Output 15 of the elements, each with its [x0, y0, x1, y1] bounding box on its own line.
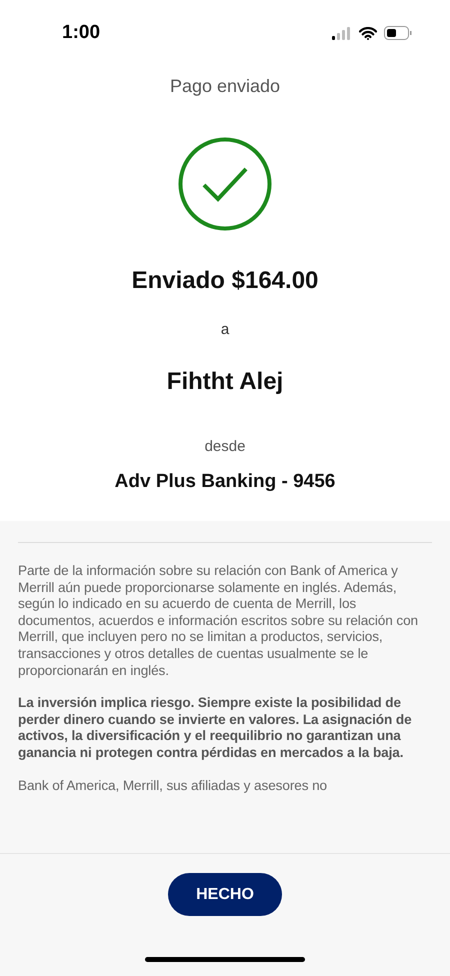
account-name: Adv Plus Banking - 9456 — [114, 471, 336, 493]
done-button[interactable]: HECHO — [168, 873, 282, 916]
recipient-name: Fihtht Alej — [166, 368, 284, 396]
disclosure-text: Parte de la información sobre su relación con Bank of America y Merrill aún puede proporcionarse solamente en inglés. Además, según lo indicado en su acuerdo de cuenta de Merrill, los documentos, acuerdos e información escritos sobre su relación con Merrill, que incluyen pero no se limitan a productos, servicios, transacciones y otros detalles de cuentas usualmente se le proporcionarán en inglés. — [18, 563, 420, 680]
checkmark-circle-icon — [178, 137, 272, 231]
status-time: 1:00 — [62, 22, 100, 44]
screen-title: Pago enviado — [168, 75, 282, 97]
wifi-icon — [359, 26, 377, 40]
battery-icon — [384, 26, 412, 40]
from-label: desde — [204, 438, 246, 455]
disclosure-text: Bank of America, Merrill, sus afiliadas y asesores no — [18, 778, 328, 794]
sent-amount: Enviado $164.00 — [130, 267, 320, 295]
to-label: a — [220, 321, 230, 338]
signal-icon — [332, 26, 352, 40]
disclosure-text: La inversión implica riesgo. Siempre existe la posibilidad de perder dinero cuando se invierte en valores. La asignación de activos, la diversificación y el reequilibrio no garantizan una ganancia ni protegen contra pérdidas en mercados a la baja. — [18, 695, 413, 762]
